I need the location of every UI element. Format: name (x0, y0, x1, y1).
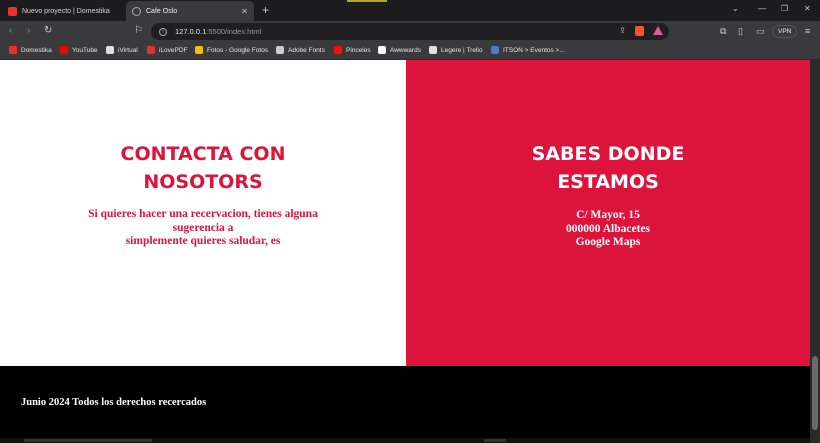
extensions-icon[interactable]: ⧉ (720, 26, 726, 37)
tab-label: Nuevo proyecto | Domestika (22, 7, 110, 15)
address-bar[interactable]: i 127.0.0.1 :5500/index.html ⇪ (151, 23, 669, 40)
bookmark-awwwards[interactable]: Awwwards (378, 46, 421, 54)
location-heading: SABES DONDE ESTAMOS (406, 140, 810, 196)
tab-strip-accent (347, 0, 387, 2)
chevron-down-icon[interactable]: ⌄ (732, 4, 739, 13)
bookmark-label: iVirtual (118, 46, 138, 54)
site-info-icon[interactable]: i (159, 27, 167, 36)
bookmark-label: Domestika (21, 46, 52, 54)
location-heading-line: SABES DONDE (531, 143, 685, 165)
heart-icon (147, 46, 155, 54)
google-maps-link[interactable]: Google Maps (406, 236, 810, 250)
browser-toolbar: ‹ › ↻ ⚐ i 127.0.0.1 :5500/index.html ⇪ ⧉… (0, 21, 820, 42)
sidebar-icon[interactable]: ▯ (738, 26, 743, 37)
bookmark-google-fotos[interactable]: Fotos - Google Fotos (195, 46, 268, 54)
address-postal: 000000 Albacetes (565, 222, 650, 235)
tab-label: Cafe Oslo (146, 7, 178, 15)
brave-shields-icon[interactable] (635, 26, 644, 36)
location-heading-line: ESTAMOS (557, 171, 659, 193)
awwwards-icon (378, 46, 386, 54)
bookmark-label: iLovePDF (159, 46, 188, 54)
page-footer: Junio 2024 Todos los derechos recercados (0, 366, 810, 443)
domestika-favicon-icon (8, 6, 17, 16)
wallet-icon[interactable]: ▭ (756, 26, 765, 37)
contact-text-line: sugerencia a (172, 221, 234, 234)
bookmark-label: YouTube (72, 46, 98, 54)
location-section: SABES DONDE ESTAMOS C/ Mayor, 15 000000 … (406, 60, 810, 366)
maximize-icon[interactable]: ❐ (781, 4, 788, 13)
forward-icon[interactable]: › (27, 25, 30, 36)
tab-strip: Nuevo proyecto | Domestika Cafe Oslo ✕ +… (0, 0, 820, 21)
bookmarks-bar: Domestika YouTube iVirtual iLovePDF Foto… (0, 42, 820, 60)
youtube-icon (60, 46, 68, 54)
contact-section: CONTACTA CON NOSOTORS Si quieres hacer u… (0, 60, 406, 366)
contact-heading: CONTACTA CON NOSOTORS (0, 140, 406, 196)
domestika-icon (9, 46, 17, 54)
tab-cafe-oslo[interactable]: Cafe Oslo ✕ (126, 1, 254, 21)
bookmark-youtube[interactable]: YouTube (60, 46, 98, 54)
bookmark-adobe-fonts[interactable]: Adobe Fonts (276, 46, 325, 54)
contact-text-line: Si quieres hacer una recervacion, tienes… (88, 208, 318, 220)
scrollbar-thumb[interactable] (812, 356, 818, 430)
page-viewport: CONTACTA CON NOSOTORS Si quieres hacer u… (0, 60, 820, 443)
close-tab-icon[interactable]: ✕ (241, 7, 248, 16)
share-icon[interactable]: ⇪ (619, 26, 626, 36)
minimize-icon[interactable]: — (758, 4, 766, 13)
copyright-text: Junio 2024 Todos los derechos recercados (21, 397, 207, 408)
status-strip-segment (24, 439, 152, 442)
vpn-label: VPN (778, 28, 792, 35)
bookmark-itson-eventos[interactable]: ITSON > Eventos >... (491, 46, 565, 54)
font-icon (276, 46, 284, 54)
bookmark-label: ITSON > Eventos >... (503, 46, 565, 54)
new-tab-icon[interactable]: + (262, 3, 269, 17)
pinwheel-icon (195, 46, 203, 54)
url-host: 127.0.0.1 (175, 27, 207, 36)
contact-heading-line: CONTACTA CON (120, 143, 286, 165)
bookmark-label: Adobe Fonts (288, 46, 325, 54)
itson-icon (491, 46, 499, 54)
close-window-icon[interactable]: ✕ (804, 4, 811, 13)
trello-icon (429, 46, 437, 54)
back-icon[interactable]: ‹ (9, 25, 12, 36)
bookmark-domestika[interactable]: Domestika (9, 46, 52, 54)
menu-icon[interactable]: ≡ (805, 26, 810, 36)
bookmark-pinceles[interactable]: Pinceles (334, 46, 371, 54)
adobe-icon (334, 46, 342, 54)
bookmark-label: Pinceles (346, 46, 371, 54)
bookmark-legere-trello[interactable]: Legere | Trello (429, 46, 482, 54)
tab-domestika[interactable]: Nuevo proyecto | Domestika (2, 1, 122, 21)
status-strip (0, 438, 810, 443)
bookmark-icon[interactable]: ⚐ (134, 25, 143, 36)
contact-text: Si quieres hacer una recervacion, tienes… (0, 208, 406, 249)
contact-text-line: simplemente quieres saludar, es (125, 235, 281, 247)
reload-icon[interactable]: ↻ (44, 25, 52, 36)
bookmark-ivirtual[interactable]: iVirtual (106, 46, 138, 54)
status-strip-segment (484, 439, 506, 442)
vpn-button[interactable]: VPN (772, 25, 798, 38)
contact-heading-line: NOSOTORS (143, 171, 263, 193)
url-path: :5500/index.html (206, 27, 262, 36)
bookmark-label: Fotos - Google Fotos (207, 46, 269, 54)
ivirtual-icon (106, 46, 114, 54)
brave-rewards-icon[interactable] (653, 26, 663, 35)
bookmark-label: Awwwards (390, 46, 421, 54)
bookmark-ilovepdf[interactable]: iLovePDF (147, 46, 188, 54)
address: C/ Mayor, 15 000000 Albacetes Google Map… (406, 209, 810, 250)
globe-favicon-icon (132, 6, 141, 16)
address-street: C/ Mayor, 15 (576, 209, 640, 221)
bookmark-label: Legere | Trello (441, 46, 483, 54)
